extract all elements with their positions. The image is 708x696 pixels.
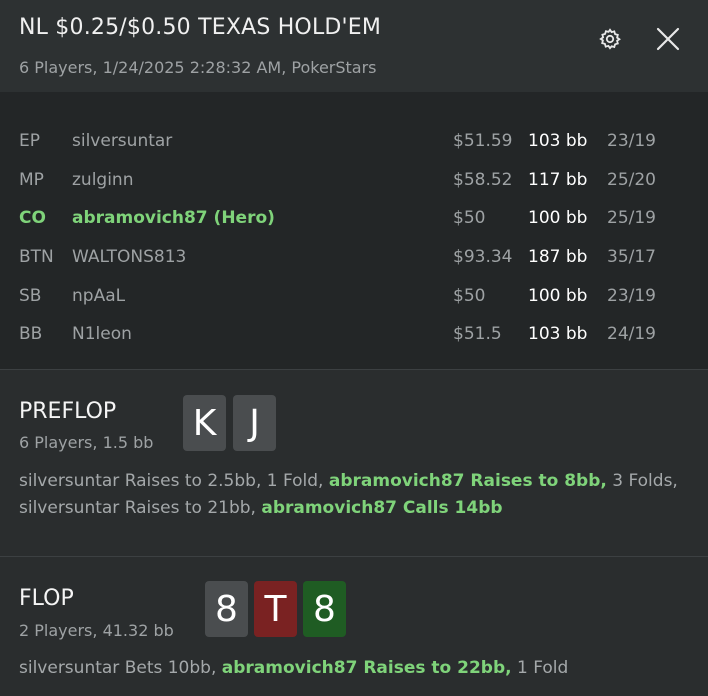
player-row-hero: CO abramovich87 (Hero) $50 100 bb 25/19 bbox=[0, 199, 708, 237]
player-row: BB N1leon $51.5 103 bb 24/19 bbox=[0, 315, 708, 353]
hero-action: abramovich87 Calls 14bb bbox=[261, 498, 503, 518]
player-stack-bb: 103 bb bbox=[528, 324, 588, 344]
player-stats: 35/17 bbox=[607, 247, 656, 267]
player-row: BTN WALTONS813 $93.34 187 bb 35/17 bbox=[0, 238, 708, 276]
player-name: abramovich87 (Hero) bbox=[72, 208, 275, 228]
player-stack-bb: 103 bb bbox=[528, 131, 588, 151]
player-position: EP bbox=[19, 131, 40, 151]
board-card: 8 bbox=[303, 581, 346, 637]
player-stats: 23/19 bbox=[607, 131, 656, 151]
player-stack: $58.52 bbox=[453, 170, 513, 190]
hero-action: abramovich87 Raises to 8bb, bbox=[328, 471, 607, 491]
action-text: 1 Fold bbox=[511, 658, 569, 678]
player-stats: 25/19 bbox=[607, 208, 656, 228]
player-stack-bb: 100 bb bbox=[528, 286, 588, 306]
preflop-actions: silversuntar Raises to 2.5bb, 1 Fold, ab… bbox=[19, 468, 689, 522]
section-divider bbox=[0, 556, 708, 557]
player-stack-bb: 100 bb bbox=[528, 208, 588, 228]
player-row: EP silversuntar $51.59 103 bb 23/19 bbox=[0, 122, 708, 160]
player-position: MP bbox=[19, 170, 44, 190]
player-name: N1leon bbox=[72, 324, 132, 344]
board-card: 8 bbox=[205, 581, 248, 637]
section-divider bbox=[0, 369, 708, 370]
player-name: npAaL bbox=[72, 286, 126, 306]
action-text: silversuntar Bets 10bb, bbox=[19, 658, 222, 678]
board-card: T bbox=[254, 581, 297, 637]
close-icon[interactable] bbox=[655, 26, 681, 52]
preflop-title: PREFLOP bbox=[19, 399, 117, 424]
flop-actions: silversuntar Bets 10bb, abramovich87 Rai… bbox=[19, 655, 689, 682]
hole-card: J bbox=[233, 395, 276, 451]
player-name: silversuntar bbox=[72, 131, 173, 151]
action-text: silversuntar Raises to 2.5bb, 1 Fold, bbox=[19, 471, 329, 491]
hero-action: abramovich87 Raises to 22bb, bbox=[221, 658, 512, 678]
player-position: SB bbox=[19, 286, 42, 306]
players-table: EP silversuntar $51.59 103 bb 23/19 MP z… bbox=[0, 92, 708, 369]
player-stack: $50 bbox=[453, 208, 486, 228]
hand-header: NL $0.25/$0.50 TEXAS HOLD'EM 6 Players, … bbox=[0, 0, 708, 92]
player-position: BTN bbox=[19, 247, 54, 267]
player-stack: $93.34 bbox=[453, 247, 513, 267]
player-stack: $50 bbox=[453, 286, 486, 306]
flop-subtitle: 2 Players, 41.32 bb bbox=[19, 621, 174, 640]
player-stats: 24/19 bbox=[607, 324, 656, 344]
preflop-subtitle: 6 Players, 1.5 bb bbox=[19, 433, 154, 452]
player-stack: $51.5 bbox=[453, 324, 502, 344]
hole-card: K bbox=[183, 395, 226, 451]
player-stack: $51.59 bbox=[453, 131, 513, 151]
player-position: CO bbox=[19, 208, 46, 228]
game-subtitle: 6 Players, 1/24/2025 2:28:32 AM, PokerSt… bbox=[19, 58, 377, 77]
game-title: NL $0.25/$0.50 TEXAS HOLD'EM bbox=[19, 15, 382, 40]
player-row: SB npAaL $50 100 bb 23/19 bbox=[0, 277, 708, 315]
player-position: BB bbox=[19, 324, 43, 344]
player-row: MP zulginn $58.52 117 bb 25/20 bbox=[0, 161, 708, 199]
player-name: WALTONS813 bbox=[72, 247, 187, 267]
gear-icon[interactable] bbox=[598, 27, 622, 51]
player-stack-bb: 187 bb bbox=[528, 247, 588, 267]
player-stats: 23/19 bbox=[607, 286, 656, 306]
player-name: zulginn bbox=[72, 170, 134, 190]
player-stack-bb: 117 bb bbox=[528, 170, 588, 190]
player-stats: 25/20 bbox=[607, 170, 656, 190]
flop-title: FLOP bbox=[19, 586, 74, 611]
